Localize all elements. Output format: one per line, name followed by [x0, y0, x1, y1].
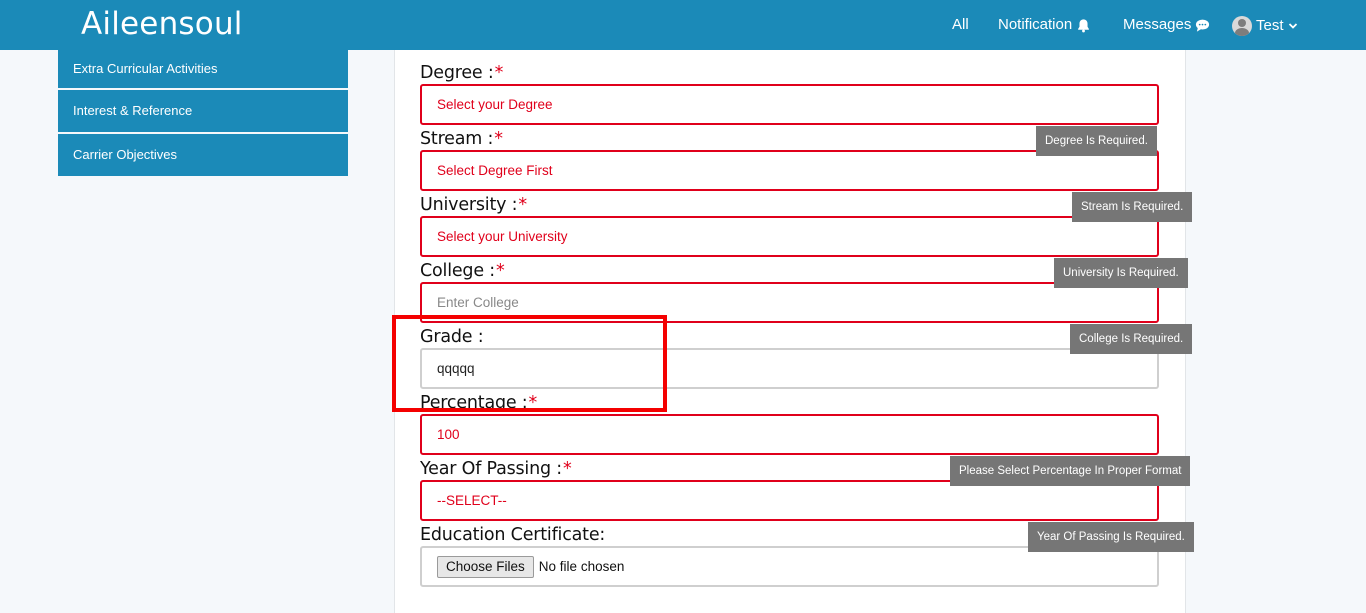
university-select-value: Select your University	[437, 229, 568, 244]
sidebar-item-label: Extra Curricular Activities	[73, 61, 218, 76]
user-menu-toggle[interactable]: Test	[1232, 16, 1298, 36]
brand-logo[interactable]: Aileensoul	[81, 4, 243, 44]
nav-messages-link[interactable]: Messages	[1123, 16, 1210, 34]
stream-error-tooltip: Stream Is Required.	[1072, 192, 1193, 222]
highlight-box	[392, 315, 667, 412]
sidebar-item-label: Interest & Reference	[73, 103, 193, 118]
choose-files-button[interactable]: Choose Files	[437, 555, 534, 578]
required-mark: *	[518, 195, 527, 215]
nav-notification-link[interactable]: Notification	[998, 16, 1091, 34]
sidebar-item-carrier-objectives[interactable]: Carrier Objectives	[58, 134, 348, 176]
university-label: University :*	[420, 195, 527, 215]
stream-select-value: Select Degree First	[437, 163, 553, 178]
percentage-input-value: 100	[437, 427, 460, 442]
sidebar: Extra Curricular Activities Interest & R…	[58, 50, 348, 178]
university-select[interactable]: Select your University	[420, 216, 1159, 257]
college-input-placeholder: Enter College	[437, 295, 519, 310]
year-of-passing-label: Year Of Passing :*	[420, 459, 572, 479]
college-label: College :*	[420, 261, 505, 281]
university-error-tooltip: University Is Required.	[1054, 258, 1188, 288]
chat-bubble-icon	[1196, 19, 1210, 32]
nav-all-link[interactable]: All	[952, 16, 969, 34]
education-certificate-input: Choose Files No file chosen	[420, 546, 1159, 587]
bell-icon	[1078, 18, 1090, 32]
sidebar-item-interest-reference[interactable]: Interest & Reference	[58, 90, 348, 132]
education-certificate-label: Education Certificate:	[420, 525, 606, 545]
required-mark: *	[495, 261, 505, 281]
degree-select-value: Select your Degree	[437, 97, 553, 112]
file-status-text: No file chosen	[538, 559, 625, 574]
stream-label: Stream :*	[420, 129, 503, 149]
percentage-error-tooltip: Please Select Percentage In Proper Forma…	[950, 456, 1191, 486]
degree-select[interactable]: Select your Degree	[420, 84, 1159, 125]
year-of-passing-error-tooltip: Year Of Passing Is Required.	[1028, 522, 1194, 552]
user-name: Test	[1256, 17, 1284, 34]
top-navbar: Aileensoul All Notification Messages Tes…	[0, 0, 1366, 50]
required-mark: *	[494, 129, 503, 149]
sidebar-item-extra-curricular[interactable]: Extra Curricular Activities	[58, 50, 348, 88]
required-mark: *	[494, 63, 504, 83]
year-of-passing-value: --SELECT--	[437, 493, 507, 508]
nav-notification-label: Notification	[998, 16, 1073, 33]
percentage-input[interactable]: 100	[420, 414, 1159, 455]
degree-error-tooltip: Degree Is Required.	[1036, 126, 1157, 156]
required-mark: *	[562, 459, 572, 479]
degree-label: Degree :*	[420, 63, 504, 83]
year-of-passing-select[interactable]: --SELECT--	[420, 480, 1159, 521]
college-error-tooltip: College Is Required.	[1070, 324, 1193, 354]
stream-select[interactable]: Select Degree First	[420, 150, 1159, 191]
sidebar-item-label: Carrier Objectives	[73, 147, 178, 162]
avatar	[1232, 16, 1252, 36]
nav-all-label: All	[952, 16, 969, 33]
chevron-down-icon	[1288, 23, 1297, 29]
nav-messages-label: Messages	[1123, 16, 1192, 33]
